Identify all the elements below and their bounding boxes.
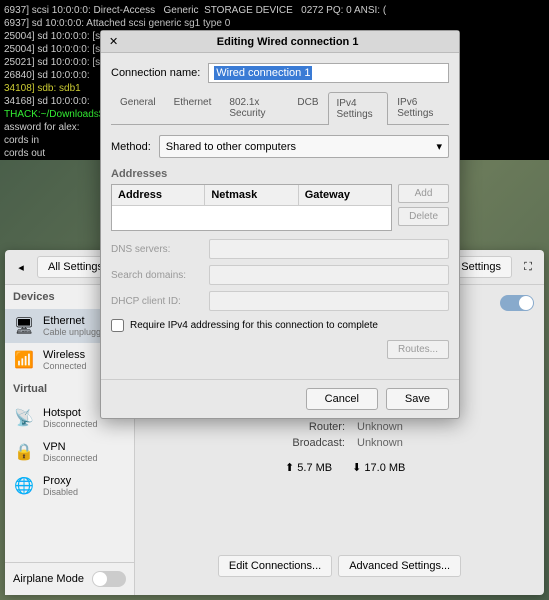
connection-name-input[interactable]: Wired connection 1 <box>208 63 449 83</box>
proxy-icon: 🌐 <box>13 475 35 497</box>
delete-button[interactable]: Delete <box>398 207 449 226</box>
close-icon[interactable]: ✕ <box>109 35 118 48</box>
airplane-mode-row: Airplane Mode <box>5 562 134 595</box>
hotspot-icon: 📡 <box>13 407 35 429</box>
col-gateway: Gateway <box>299 185 391 205</box>
tab-ipv6[interactable]: IPv6 Settings <box>388 91 449 124</box>
download-traffic: ⬇ 17.0 MB <box>352 461 405 474</box>
lock-icon: 🔒 <box>13 441 35 463</box>
cancel-button[interactable]: Cancel <box>306 388 378 410</box>
col-netmask: Netmask <box>205 185 298 205</box>
col-address: Address <box>112 185 205 205</box>
tab-8021x[interactable]: 802.1x Security <box>220 91 288 124</box>
tab-ethernet[interactable]: Ethernet <box>165 91 221 124</box>
search-domains-label: Search domains: <box>111 270 201 281</box>
method-label: Method: <box>111 141 151 153</box>
dns-input <box>209 239 449 259</box>
airplane-mode-toggle[interactable] <box>92 571 126 587</box>
edit-connection-dialog: ✕ Editing Wired connection 1 Connection … <box>100 30 460 419</box>
expand-icon[interactable]: ⛶ <box>518 257 538 277</box>
dialog-title: Editing Wired connection 1 <box>124 36 451 48</box>
chevron-down-icon: ▾ <box>436 140 442 153</box>
search-domains-input <box>209 265 449 285</box>
save-button[interactable]: Save <box>386 388 449 410</box>
edit-connections-button[interactable]: Edit Connections... <box>218 555 332 577</box>
routes-button[interactable]: Routes... <box>387 340 449 359</box>
dhcp-client-label: DHCP client ID: <box>111 296 201 307</box>
advanced-settings-button[interactable]: Advanced Settings... <box>338 555 461 577</box>
require-ipv4-checkbox[interactable] <box>111 319 124 332</box>
connection-toggle[interactable] <box>500 295 534 311</box>
wireless-icon: 📶 <box>13 349 35 371</box>
method-select[interactable]: Shared to other computers ▾ <box>159 135 449 158</box>
require-ipv4-label: Require IPv4 addressing for this connect… <box>130 320 378 331</box>
dhcp-client-input <box>209 291 449 311</box>
sidebar-item-vpn[interactable]: 🔒 VPN Disconnected <box>5 435 134 469</box>
addresses-table[interactable]: Address Netmask Gateway <box>111 184 392 231</box>
sidebar-item-proxy[interactable]: 🌐 Proxy Disabled <box>5 469 134 503</box>
tab-general[interactable]: General <box>111 91 165 124</box>
back-icon[interactable]: ◂ <box>11 257 31 277</box>
dialog-titlebar: ✕ Editing Wired connection 1 <box>101 31 459 53</box>
upload-traffic: ⬆ 5.7 MB <box>285 461 332 474</box>
add-button[interactable]: Add <box>398 184 449 203</box>
addresses-label: Addresses <box>111 168 449 180</box>
dns-label: DNS servers: <box>111 244 201 255</box>
tab-ipv4[interactable]: IPv4 Settings <box>328 92 389 125</box>
ethernet-icon: 🖥 <box>13 315 35 337</box>
connection-name-label: Connection name: <box>111 67 200 79</box>
dialog-tabs: General Ethernet 802.1x Security DCB IPv… <box>111 91 449 125</box>
airplane-mode-label: Airplane Mode <box>13 573 84 585</box>
tab-dcb[interactable]: DCB <box>288 91 327 124</box>
